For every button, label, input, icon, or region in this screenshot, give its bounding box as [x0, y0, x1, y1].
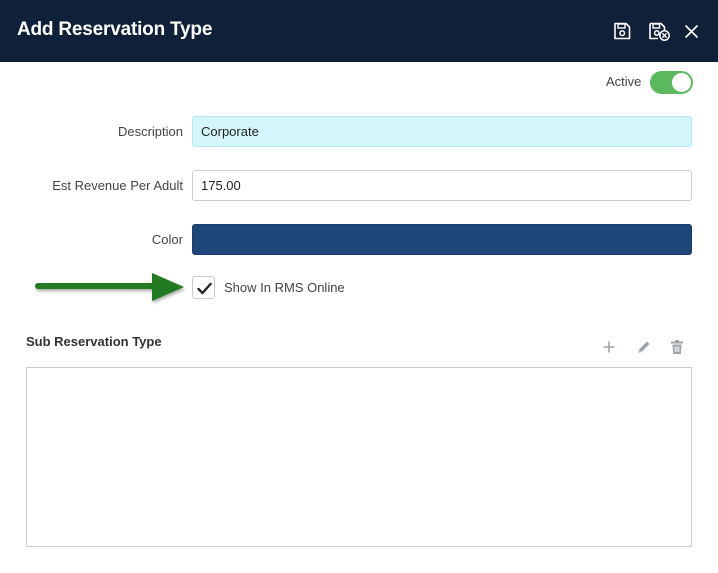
save-button[interactable]	[611, 20, 633, 42]
active-toggle[interactable]	[650, 71, 693, 94]
description-field[interactable]	[192, 116, 692, 147]
edit-sub-type-button[interactable]	[635, 338, 653, 356]
color-label: Color	[151, 232, 183, 247]
dialog-title: Add Reservation Type	[17, 19, 213, 40]
delete-icon	[671, 340, 683, 354]
toggle-knob	[672, 73, 691, 92]
sub-reservation-type-title: Sub Reservation Type	[26, 334, 162, 349]
show-online-checkbox[interactable]	[192, 276, 215, 299]
revenue-field[interactable]	[192, 170, 692, 201]
active-label: Active	[606, 74, 642, 89]
sub-type-grid[interactable]	[26, 367, 692, 547]
add-icon	[603, 341, 615, 353]
save-close-icon	[649, 22, 670, 41]
color-picker[interactable]	[192, 224, 692, 255]
dialog-header: Add Reservation Type	[0, 0, 718, 62]
show-online-label: Show In RMS Online	[224, 280, 345, 295]
save-icon	[614, 22, 631, 40]
description-label: Description	[117, 124, 183, 139]
close-icon	[685, 25, 698, 38]
delete-sub-type-button[interactable]	[668, 338, 686, 356]
green-arrow-icon	[35, 273, 184, 301]
add-sub-type-button[interactable]	[600, 338, 618, 356]
revenue-label: Est Revenue Per Adult	[52, 178, 183, 193]
save-and-close-button[interactable]	[647, 20, 670, 42]
edit-icon	[638, 341, 650, 353]
close-button[interactable]	[682, 20, 704, 42]
checkmark-icon	[197, 282, 212, 295]
